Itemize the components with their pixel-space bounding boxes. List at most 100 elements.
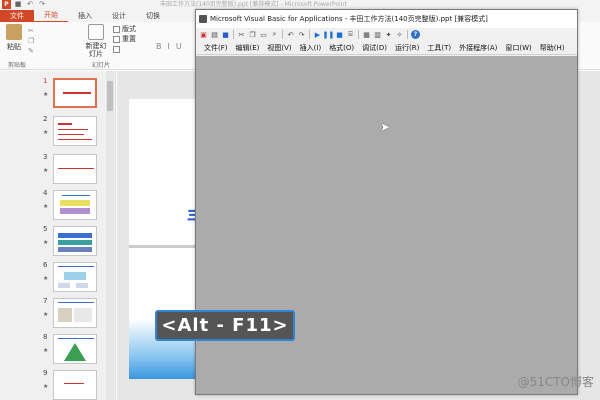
slide-thumbnail[interactable] xyxy=(53,370,97,400)
vba-client-area[interactable]: ➤ xyxy=(196,56,577,394)
redo-icon[interactable]: ↷ xyxy=(38,0,46,8)
slide-thumbnail[interactable] xyxy=(53,190,97,220)
keyboard-shortcut-badge: <Alt - F11> xyxy=(155,310,295,341)
reset-button[interactable]: 重置 xyxy=(113,34,136,44)
menu-window[interactable]: 窗口(W) xyxy=(505,43,531,53)
menu-insert[interactable]: 插入(I) xyxy=(300,43,322,53)
design-mode-icon[interactable]: ⌸ xyxy=(346,30,355,39)
tab-insert[interactable]: 插入 xyxy=(68,10,102,22)
slide-number: 6 xyxy=(43,261,48,269)
menu-debug[interactable]: 调试(D) xyxy=(362,43,387,53)
menu-help[interactable]: 帮助(H) xyxy=(540,43,565,53)
format-painter-icon[interactable]: ✎ xyxy=(28,46,34,56)
view-powerpoint-icon[interactable]: ▣ xyxy=(199,30,208,39)
thumbnail-row[interactable]: 3 ★ xyxy=(0,153,115,187)
paste-icon xyxy=(6,24,22,40)
slide-number: 1 xyxy=(43,77,48,85)
tab-home[interactable]: 开始 xyxy=(34,9,68,23)
clipboard-group: 粘贴 xyxy=(6,24,22,52)
slide-thumbnail[interactable] xyxy=(53,78,97,108)
slide-number: 3 xyxy=(43,153,48,161)
slide-number: 2 xyxy=(43,115,48,123)
menu-addins[interactable]: 外接程序(A) xyxy=(459,43,497,53)
menu-run[interactable]: 运行(R) xyxy=(395,43,419,53)
animation-star-icon: ★ xyxy=(43,275,49,282)
tab-transitions[interactable]: 切换 xyxy=(136,10,170,22)
tab-file[interactable]: 文件 xyxy=(0,10,34,22)
slide-thumbnail[interactable] xyxy=(53,298,97,328)
slides-group-label: 幻灯片 xyxy=(92,62,111,69)
vba-app-icon xyxy=(199,15,207,23)
insert-module-icon[interactable]: ▤ xyxy=(210,30,219,39)
layout-label: 版式 xyxy=(122,25,136,33)
toolbox-icon[interactable]: ✧ xyxy=(395,30,404,39)
mouse-cursor-icon: ➤ xyxy=(380,120,391,134)
slide-thumbnail[interactable] xyxy=(53,116,97,146)
thumbnail-row[interactable]: 4 ★ xyxy=(0,189,115,223)
new-slide-label: 新建幻灯片 xyxy=(85,42,107,58)
thumbnails-scrollbar[interactable] xyxy=(106,71,114,400)
object-browser-icon[interactable]: ✦ xyxy=(384,30,393,39)
thumbnail-row[interactable]: 7 ★ xyxy=(0,297,115,331)
reset-icon[interactable]: ■ xyxy=(335,30,344,39)
thumbnail-row[interactable]: 6 ★ xyxy=(0,261,115,295)
italic-button[interactable]: I xyxy=(168,42,176,51)
slide-thumbnail[interactable] xyxy=(53,154,97,184)
vba-window-title: Microsoft Visual Basic for Applications … xyxy=(210,15,488,23)
thumbnail-row[interactable]: 1 ★ xyxy=(0,77,115,111)
animation-star-icon: ★ xyxy=(43,239,49,246)
slide-thumbnail[interactable] xyxy=(53,334,97,364)
thumbnail-row[interactable]: 5 ★ xyxy=(0,225,115,259)
menu-edit[interactable]: 编辑(E) xyxy=(236,43,260,53)
bold-button[interactable]: B xyxy=(156,42,168,51)
menu-tools[interactable]: 工具(T) xyxy=(427,43,451,53)
project-explorer-icon[interactable]: ▦ xyxy=(362,30,371,39)
powerpoint-app-icon: P xyxy=(2,0,11,9)
slide-tools: 版式 重置 xyxy=(113,24,136,54)
cut-icon[interactable]: ✂ xyxy=(28,26,34,36)
menu-file[interactable]: 文件(F) xyxy=(204,43,228,53)
slide-thumbnail[interactable] xyxy=(53,262,97,292)
tab-design[interactable]: 设计 xyxy=(102,10,136,22)
paste-button[interactable]: 粘贴 xyxy=(6,24,22,52)
slide-thumbnail[interactable] xyxy=(53,226,97,256)
slide-number: 5 xyxy=(43,225,48,233)
menu-format[interactable]: 格式(O) xyxy=(329,43,354,53)
vba-titlebar: Microsoft Visual Basic for Applications … xyxy=(196,10,577,28)
vba-toolbar: ▣ ▤ ■ ✂ ❐ ▭ ⌕ ↶ ↷ ▶ ❚❚ ■ ⌸ ▦ ▥ ✦ ✧ ? xyxy=(196,28,577,41)
new-slide-icon xyxy=(88,24,104,40)
copy-icon[interactable]: ❐ xyxy=(248,30,257,39)
find-icon[interactable]: ⌕ xyxy=(270,30,279,39)
thumbnail-row[interactable]: 2 ★ xyxy=(0,115,115,149)
section-button[interactable] xyxy=(113,44,136,54)
toolbar-separator xyxy=(282,30,283,39)
toolbar-separator xyxy=(309,30,310,39)
undo-icon[interactable]: ↶ xyxy=(26,0,34,8)
thumbnail-row[interactable]: 8 ★ xyxy=(0,333,115,367)
watermark: @51CTO博客 xyxy=(517,375,594,389)
underline-button[interactable]: U xyxy=(176,42,188,51)
save-icon[interactable]: ■ xyxy=(14,0,22,8)
layout-button[interactable]: 版式 xyxy=(113,24,136,34)
layout-icon xyxy=(113,25,120,33)
save-icon[interactable]: ■ xyxy=(221,30,230,39)
new-slide-button[interactable]: 新建幻灯片 xyxy=(84,24,108,58)
redo-icon[interactable]: ↷ xyxy=(297,30,306,39)
animation-star-icon: ★ xyxy=(43,91,49,98)
reset-label: 重置 xyxy=(122,35,136,43)
paste-icon[interactable]: ▭ xyxy=(259,30,268,39)
slide-divider xyxy=(129,245,199,248)
scrollbar-thumb[interactable] xyxy=(107,81,113,111)
run-icon[interactable]: ▶ xyxy=(313,30,322,39)
menu-view[interactable]: 视图(V) xyxy=(267,43,291,53)
properties-icon[interactable]: ▥ xyxy=(373,30,382,39)
break-icon[interactable]: ❚❚ xyxy=(323,30,335,39)
thumbnail-row[interactable]: 9 ★ xyxy=(0,369,115,400)
animation-star-icon: ★ xyxy=(43,203,49,210)
copy-icon[interactable]: ❐ xyxy=(28,36,34,46)
animation-star-icon: ★ xyxy=(43,129,49,136)
cut-icon[interactable]: ✂ xyxy=(237,30,246,39)
help-icon[interactable]: ? xyxy=(411,30,420,39)
clipboard-group-label: 剪贴板 xyxy=(8,62,27,69)
undo-icon[interactable]: ↶ xyxy=(286,30,295,39)
